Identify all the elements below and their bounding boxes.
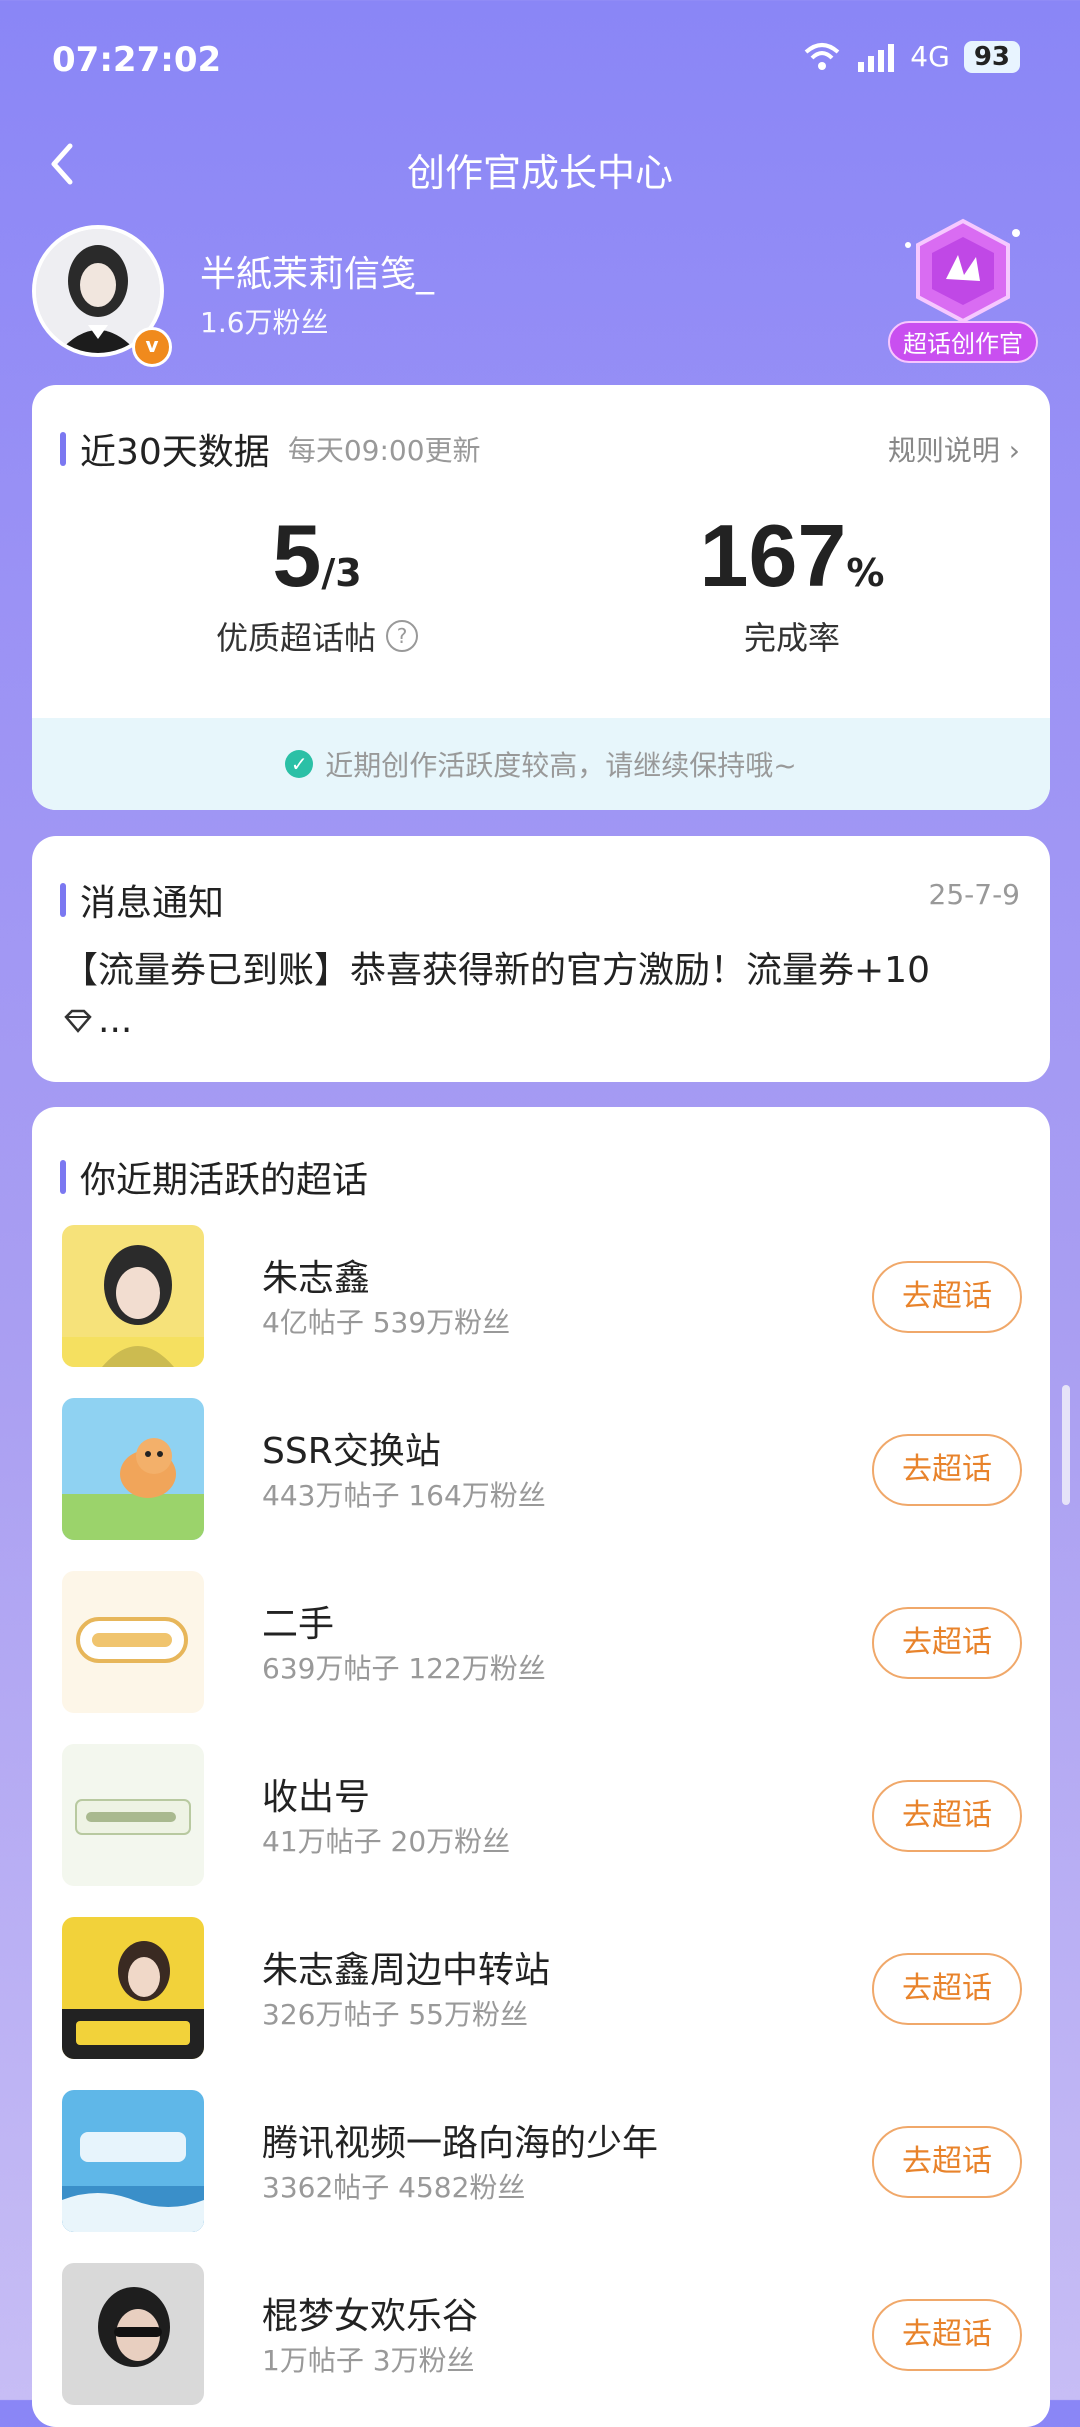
topic-name: 腾讯视频一路向海的少年 bbox=[262, 2123, 659, 2164]
profile-header: v 半紙茉莉信笺_ 1.6万粉丝 超话创作官 bbox=[32, 218, 1052, 367]
topic-name: SSR交换站 bbox=[262, 1431, 441, 1472]
completion-label: 完成率 bbox=[743, 619, 840, 657]
wifi-icon bbox=[804, 42, 840, 70]
topic-name: 朱志鑫 bbox=[262, 1258, 371, 1299]
message-date: 25-7-9 bbox=[928, 878, 1020, 911]
topic-row[interactable]: 腾讯视频一路向海的少年 3362帖子 4582粉丝 去超话 bbox=[62, 2090, 1022, 2240]
help-icon[interactable]: ? bbox=[386, 620, 418, 652]
topic-thumbnail bbox=[62, 1917, 204, 2059]
topic-thumbnail bbox=[62, 1398, 204, 1540]
topic-thumbnail bbox=[62, 2090, 204, 2232]
creator-badge[interactable]: 超话创作官 bbox=[888, 215, 1038, 365]
section-bar bbox=[60, 1160, 66, 1194]
system-icons: 4G 93 bbox=[802, 40, 1020, 73]
topic-thumbnail bbox=[62, 1225, 204, 1367]
topic-row[interactable]: 棍梦女欢乐谷 1万帖子 3万粉丝 去超话 bbox=[62, 2263, 1022, 2413]
stats-card: 近30天数据 每天09:00更新 规则说明 › 5/3 优质超话帖 ? 167%… bbox=[32, 385, 1050, 810]
stats-header: 近30天数据 每天09:00更新 bbox=[60, 423, 481, 475]
creator-badge-icon bbox=[905, 218, 1020, 324]
topic-stats: 4亿帖子 539万粉丝 bbox=[262, 1306, 511, 1339]
topic-stats: 1万帖子 3万粉丝 bbox=[262, 2344, 475, 2377]
activity-tip-text: 近期创作活跃度较高，请继续保持哦~ bbox=[325, 749, 797, 782]
nav-bar: 创作官成长中心 bbox=[0, 120, 1080, 210]
topic-thumbnail bbox=[62, 1744, 204, 1886]
topic-thumbnail bbox=[62, 2263, 204, 2405]
status-time: 07:27:02 bbox=[52, 40, 222, 80]
topics-header: 你近期活跃的超话 bbox=[60, 1151, 368, 1203]
section-bar bbox=[60, 432, 66, 466]
topic-name: 棍梦女欢乐谷 bbox=[262, 2296, 479, 2337]
stats-update-note: 每天09:00更新 bbox=[287, 434, 481, 467]
message-header: 消息通知 bbox=[60, 874, 224, 926]
message-card[interactable]: 消息通知 25-7-9 【流量券已到账】恭喜获得新的官方激励！流量券+10 ..… bbox=[32, 836, 1050, 1082]
topic-stats: 326万帖子 55万粉丝 bbox=[262, 1998, 528, 2031]
topic-row[interactable]: 二手 639万帖子 122万粉丝 去超话 bbox=[62, 1571, 1022, 1721]
section-bar bbox=[60, 883, 66, 917]
completion-value: 167 bbox=[699, 506, 847, 605]
quality-posts-value: 5 bbox=[272, 506, 322, 605]
go-topic-button[interactable]: 去超话 bbox=[872, 1780, 1022, 1852]
topics-card: 你近期活跃的超话 朱志鑫 4亿帖子 539万粉丝 去超话 SSR交换站 443万… bbox=[32, 1107, 1050, 2427]
completion-stat: 167% 完成率 bbox=[592, 505, 992, 659]
signal-icon bbox=[858, 43, 895, 72]
user-name: 半紙茉莉信笺_ bbox=[200, 254, 435, 295]
status-bar: 07:27:02 4G 93 bbox=[0, 0, 1080, 120]
stats-title: 近30天数据 bbox=[80, 432, 270, 473]
topic-name: 收出号 bbox=[262, 1777, 371, 1818]
topics-title: 你近期活跃的超话 bbox=[80, 1160, 369, 1201]
diamond-icon bbox=[64, 1009, 92, 1033]
go-topic-button[interactable]: 去超话 bbox=[872, 2299, 1022, 2371]
creator-badge-label: 超话创作官 bbox=[888, 321, 1038, 363]
page-title: 创作官成长中心 bbox=[406, 151, 673, 195]
message-text: 【流量券已到账】恭喜获得新的官方激励！流量券+10 bbox=[62, 950, 930, 991]
message-ellipsis: ... bbox=[98, 1000, 133, 1041]
quality-posts-stat: 5/3 优质超话帖 ? bbox=[117, 505, 517, 659]
scrollbar[interactable] bbox=[1062, 1385, 1070, 1505]
go-topic-button[interactable]: 去超话 bbox=[872, 1261, 1022, 1333]
topic-row[interactable]: 朱志鑫周边中转站 326万帖子 55万粉丝 去超话 bbox=[62, 1917, 1022, 2067]
topic-stats: 41万帖子 20万粉丝 bbox=[262, 1825, 511, 1858]
go-topic-button[interactable]: 去超话 bbox=[872, 1607, 1022, 1679]
go-topic-button[interactable]: 去超话 bbox=[872, 2126, 1022, 2198]
quality-posts-label: 优质超话帖 bbox=[215, 619, 376, 657]
completion-unit: % bbox=[846, 551, 885, 595]
go-topic-button[interactable]: 去超话 bbox=[872, 1953, 1022, 2025]
battery-level: 93 bbox=[963, 40, 1020, 73]
topic-thumbnail bbox=[62, 1571, 204, 1713]
topic-name: 二手 bbox=[262, 1604, 335, 1645]
message-body: 【流量券已到账】恭喜获得新的官方激励！流量券+10 ... bbox=[62, 946, 1022, 1046]
rules-link[interactable]: 规则说明 › bbox=[888, 429, 1020, 469]
message-title: 消息通知 bbox=[80, 883, 225, 924]
go-topic-button[interactable]: 去超话 bbox=[872, 1434, 1022, 1506]
topic-row[interactable]: 朱志鑫 4亿帖子 539万粉丝 去超话 bbox=[62, 1225, 1022, 1375]
user-fans: 1.6万粉丝 bbox=[200, 306, 329, 339]
verified-badge: v bbox=[132, 327, 172, 367]
topic-name: 朱志鑫周边中转站 bbox=[262, 1950, 551, 1991]
topic-row[interactable]: 收出号 41万帖子 20万粉丝 去超话 bbox=[62, 1744, 1022, 1894]
network-type: 4G bbox=[910, 40, 950, 73]
topic-stats: 3362帖子 4582粉丝 bbox=[262, 2171, 526, 2204]
topic-stats: 443万帖子 164万粉丝 bbox=[262, 1479, 546, 1512]
topic-stats: 639万帖子 122万粉丝 bbox=[262, 1652, 546, 1685]
quality-posts-target: /3 bbox=[321, 551, 362, 595]
topic-row[interactable]: SSR交换站 443万帖子 164万粉丝 去超话 bbox=[62, 1398, 1022, 1548]
activity-tip: ✓ 近期创作活跃度较高，请继续保持哦~ bbox=[32, 718, 1050, 810]
check-circle-icon: ✓ bbox=[285, 750, 314, 778]
